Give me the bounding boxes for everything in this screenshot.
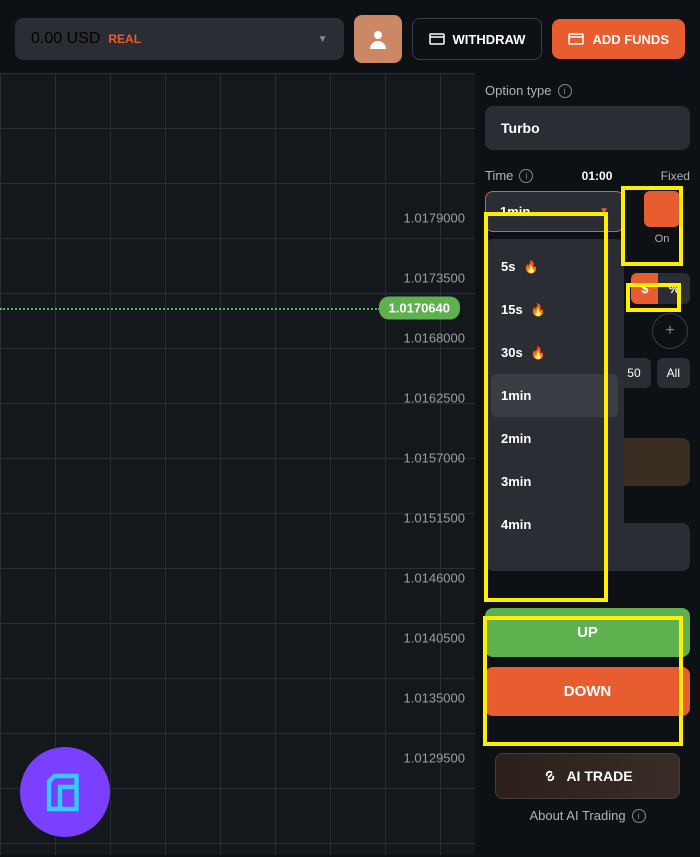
money-mode-dollar[interactable]: $ xyxy=(631,273,658,304)
amount-all-button[interactable]: All xyxy=(657,358,690,388)
time-option-4min[interactable]: 4min xyxy=(491,503,618,546)
price-chart[interactable]: 1.0179000 1.0173500 1.0170640 1.0168000 … xyxy=(0,73,475,855)
about-ai-link[interactable]: About AI Trading i xyxy=(475,808,700,823)
time-option-3min[interactable]: 3min xyxy=(491,460,618,503)
current-price-badge: 1.0170640 xyxy=(379,297,460,320)
withdraw-button[interactable]: WITHDRAW xyxy=(412,18,543,60)
fixed-toggle[interactable] xyxy=(644,191,680,227)
addfunds-label: ADD FUNDS xyxy=(592,32,669,47)
logo-badge xyxy=(20,747,110,837)
ai-trade-button[interactable]: AI TRADE xyxy=(495,753,680,799)
link-icon xyxy=(542,768,558,784)
logo-icon xyxy=(38,765,93,820)
info-icon: i xyxy=(632,809,646,823)
current-price-line xyxy=(0,308,380,310)
withdraw-icon xyxy=(429,31,445,47)
balance-amount: 0.00 USD xyxy=(31,30,100,48)
option-type-label: Option type i xyxy=(485,83,690,98)
price-tick: 1.0173500 xyxy=(404,271,465,286)
chevron-down-icon: ▼ xyxy=(599,206,609,217)
plus-button[interactable]: + xyxy=(652,313,688,349)
up-button[interactable]: UP xyxy=(485,608,690,657)
fixed-label: Fixed xyxy=(661,169,690,183)
time-option-5s[interactable]: 5s🔥 xyxy=(491,245,618,288)
time-dropdown: 5s🔥 15s🔥 30s🔥 1min 2min 3min 4min xyxy=(485,239,624,552)
time-option-1min[interactable]: 1min xyxy=(491,374,618,417)
price-tick: 1.0129500 xyxy=(404,751,465,766)
price-tick: 1.0179000 xyxy=(404,211,465,226)
price-tick: 1.0146000 xyxy=(404,571,465,586)
user-button[interactable] xyxy=(354,15,402,63)
fire-icon: 🔥 xyxy=(531,346,546,360)
price-tick: 1.0157000 xyxy=(404,451,465,466)
chevron-down-icon: ▼ xyxy=(318,34,328,45)
user-icon xyxy=(368,29,388,49)
money-mode-toggle: $ % xyxy=(631,273,690,304)
add-funds-button[interactable]: ADD FUNDS xyxy=(552,19,685,59)
price-tick: 1.0140500 xyxy=(404,631,465,646)
price-tick: 1.0135000 xyxy=(404,691,465,706)
price-tick: 1.0162500 xyxy=(404,391,465,406)
time-option-30s[interactable]: 30s🔥 xyxy=(491,331,618,374)
price-tick: 1.0168000 xyxy=(404,331,465,346)
withdraw-label: WITHDRAW xyxy=(453,32,526,47)
balance-selector[interactable]: 0.00 USD REAL ▼ xyxy=(15,18,344,60)
time-label: Time i xyxy=(485,168,533,183)
balance-type: REAL xyxy=(108,32,141,46)
money-mode-percent[interactable]: % xyxy=(658,273,690,304)
fire-icon: 🔥 xyxy=(531,303,546,317)
option-type-select[interactable]: Turbo xyxy=(485,106,690,150)
time-value: 01:00 xyxy=(582,169,613,183)
wallet-icon xyxy=(568,31,584,47)
info-icon[interactable]: i xyxy=(558,84,572,98)
info-icon[interactable]: i xyxy=(519,169,533,183)
fire-icon: 🔥 xyxy=(523,260,538,274)
time-option-2min[interactable]: 2min xyxy=(491,417,618,460)
plus-icon: + xyxy=(665,322,674,340)
trade-panel: Option type i Turbo Time i 01:00 Fixed 1… xyxy=(475,73,700,855)
down-button[interactable]: DOWN xyxy=(485,667,690,716)
fixed-state: On xyxy=(634,233,690,245)
time-option-15s[interactable]: 15s🔥 xyxy=(491,288,618,331)
price-tick: 1.0151500 xyxy=(404,511,465,526)
time-select[interactable]: 1min ▼ xyxy=(485,191,624,232)
